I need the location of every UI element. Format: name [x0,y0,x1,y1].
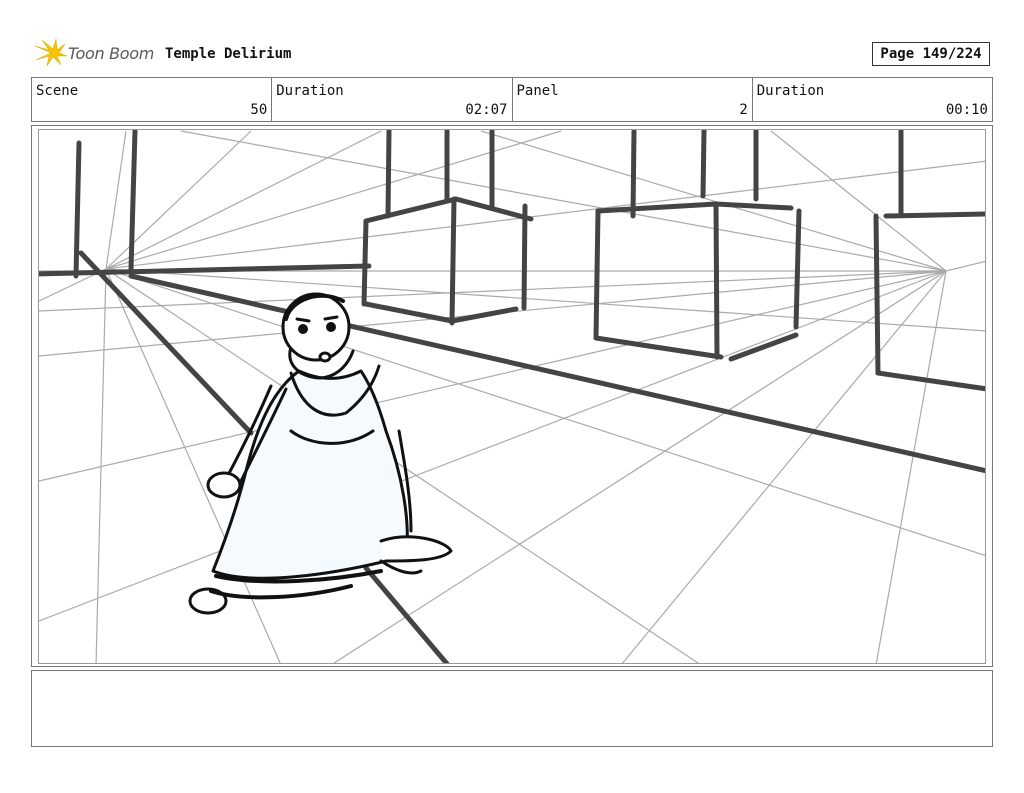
scene-cell: Scene 50 [32,78,273,121]
page-number: Page 149/224 [872,42,990,66]
panel-duration-label: Duration [756,83,825,99]
panel-value: 2 [739,102,748,118]
panel-duration-cell: Duration 00:10 [753,78,992,121]
panel-info-bar: Scene 50 Duration 02:07 Panel 2 Duration… [31,77,993,122]
panel-image [38,129,986,664]
storyboard-sketch [39,130,985,663]
panel-label: Panel [516,83,559,99]
project-title: Temple Delirium [165,46,292,62]
scene-duration-label: Duration [276,83,344,99]
panel-cell: Panel 2 [513,78,753,121]
scene-duration-cell: Duration 02:07 [272,78,513,121]
scene-label: Scene [36,83,79,99]
scene-duration-value: 02:07 [465,102,508,118]
panel-duration-value: 00:10 [945,102,988,118]
perspective-grid [39,130,985,663]
starburst-icon [34,38,68,67]
architecture-lines [39,130,985,663]
scene-value: 50 [250,102,268,118]
panel-notes [31,670,993,747]
brand-name: Toon Boom [68,44,155,63]
